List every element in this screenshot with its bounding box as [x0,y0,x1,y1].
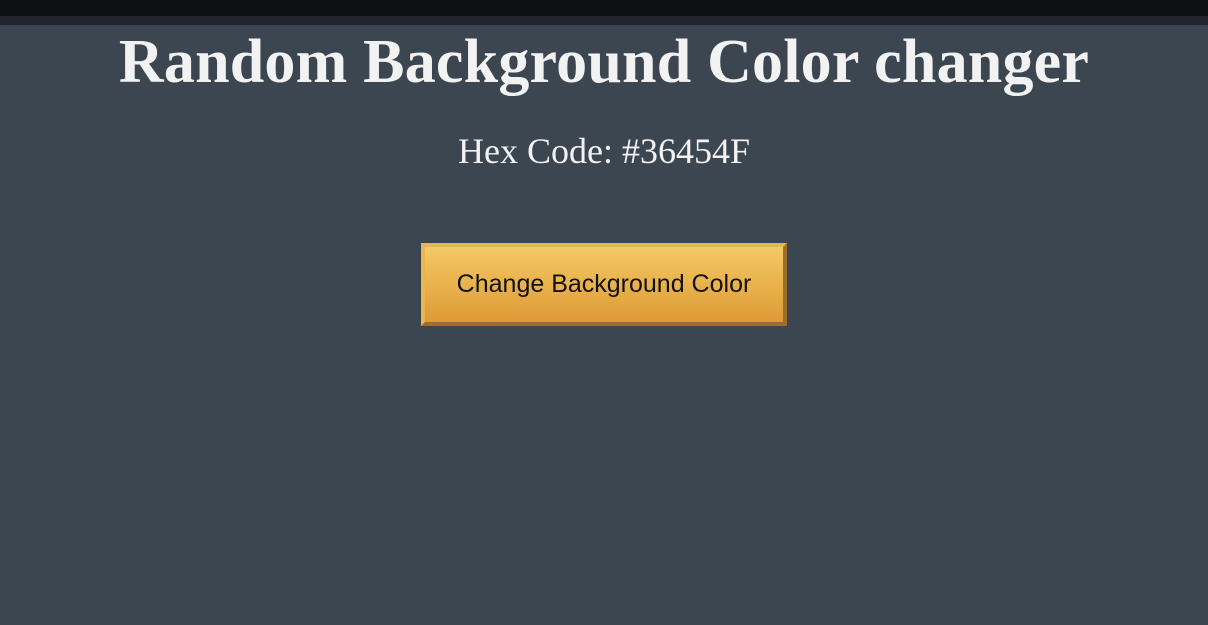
button-container: Change Background Color [0,243,1208,326]
page-content: Random Background Color changer Hex Code… [0,25,1208,625]
browser-top-bar-shade [0,16,1208,25]
page-title: Random Background Color changer [118,28,1090,96]
browser-top-bar [0,0,1208,16]
change-background-color-button[interactable]: Change Background Color [421,243,787,326]
hex-code-label: Hex Code: #36454F [458,131,750,171]
